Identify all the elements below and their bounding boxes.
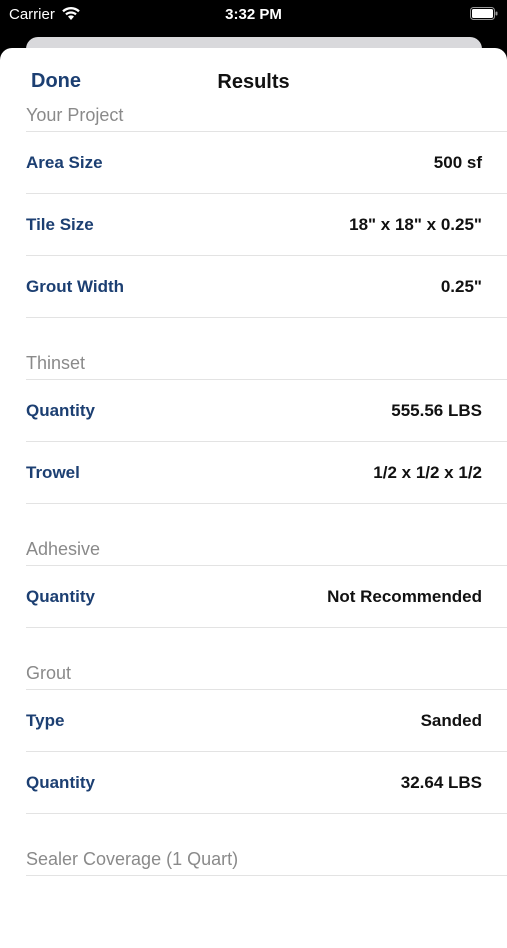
result-row: Area Size 500 sf	[26, 132, 507, 194]
section-header: Thinset	[26, 348, 507, 380]
row-label: Tile Size	[26, 214, 94, 234]
result-row: Quantity Not Recommended	[26, 566, 507, 628]
section: Thinset Quantity 555.56 LBS Trowel 1/2 x 1/2…	[26, 348, 507, 504]
result-row: Tile Size 18" x 18" x 0.25"	[26, 194, 507, 256]
section: Sealer Coverage (1 Quart)	[26, 844, 507, 876]
row-label: Trowel	[26, 462, 80, 482]
section-header: Adhesive	[26, 534, 507, 566]
row-label: Area Size	[26, 152, 103, 172]
section: Your Project Area Size 500 sf Tile Size 18" …	[26, 100, 507, 318]
status-time: 3:32 PM	[225, 6, 282, 23]
section-header: Your Project	[26, 100, 507, 132]
row-value: 32.64 LBS	[400, 772, 482, 792]
results-list: Your Project Area Size 500 sf Tile Size 18" …	[26, 100, 507, 876]
row-value: Not Recommended	[327, 586, 482, 606]
row-label: Quantity	[26, 400, 95, 420]
row-label: Grout Width	[26, 276, 125, 296]
section: Grout Type Sanded Quantity 32.64 LBS	[26, 658, 507, 814]
result-row: Quantity 555.56 LBS	[26, 380, 507, 442]
row-value: 500 sf	[433, 152, 482, 172]
row-value: 1/2 x 1/2 x 1/2	[373, 462, 482, 482]
row-label: Quantity	[26, 586, 95, 606]
result-row: Grout Width 0.25"	[26, 256, 507, 318]
status-bar: Carrier 3:32 PM	[0, 0, 507, 30]
result-row: Quantity 32.64 LBS	[26, 752, 507, 814]
result-row: Trowel 1/2 x 1/2 x 1/2	[26, 442, 507, 504]
row-value: 18" x 18" x 0.25"	[349, 214, 482, 234]
section-header: Grout	[26, 658, 507, 690]
page-title: Results	[217, 71, 290, 93]
row-label: Quantity	[26, 772, 95, 792]
result-row: Type Sanded	[26, 690, 507, 752]
row-label: Type	[26, 710, 65, 730]
section: Adhesive Quantity Not Recommended	[26, 534, 507, 628]
row-value: Sanded	[420, 710, 482, 730]
row-value: 0.25"	[440, 276, 482, 296]
battery-icon	[470, 7, 498, 20]
section-header: Sealer Coverage (1 Quart)	[26, 844, 507, 876]
row-value: 555.56 LBS	[391, 400, 482, 420]
